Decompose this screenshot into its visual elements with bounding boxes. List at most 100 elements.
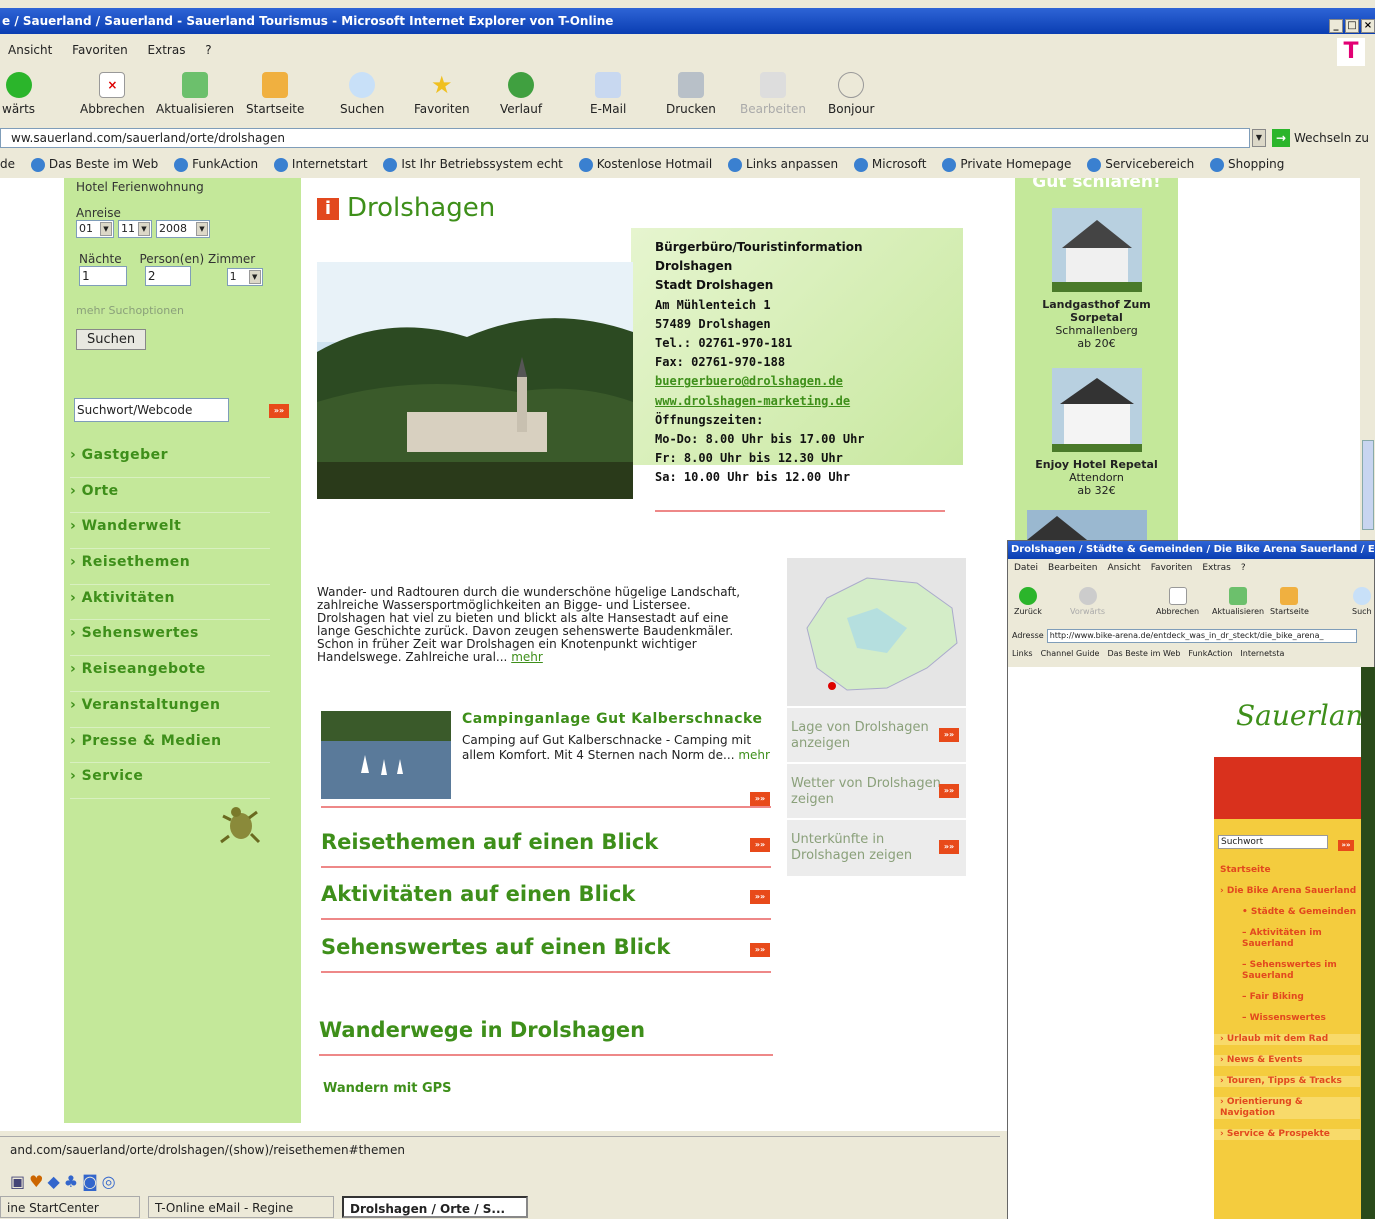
home-button[interactable]: Startseite	[246, 72, 304, 116]
reisethemen-block[interactable]: Reisethemen auf einen Blick »»	[321, 828, 771, 880]
sidebar-nav-item[interactable]: Startseite	[1220, 865, 1360, 876]
camping-title[interactable]: Campinganlage Gut Kalberschnacke	[462, 711, 762, 727]
nav-veranstaltungen[interactable]: › Veranstaltungen	[70, 692, 270, 728]
sehenswertes-go-button[interactable]: »»	[750, 941, 770, 957]
camping-go-button[interactable]: »»	[750, 790, 770, 806]
sidebar-nav-item[interactable]: • Städte & Gemeinden	[1220, 907, 1360, 918]
quick-launch-icons[interactable]: ▣♥◆♣◙◎	[10, 1172, 120, 1191]
month-select[interactable]: 11 ▼	[118, 220, 152, 238]
link-item[interactable]: Kostenlose Hotmail	[578, 157, 712, 172]
stop-button[interactable]: Abbrechen	[1156, 587, 1199, 616]
quicklaunch-icon[interactable]: ◎	[102, 1172, 120, 1191]
persons-input[interactable]: 2	[144, 266, 191, 286]
home-button[interactable]: Startseite	[1270, 587, 1309, 616]
quicklaunch-icon[interactable]: ◙	[82, 1172, 102, 1191]
nav-gastgeber[interactable]: › Gastgeber	[70, 442, 270, 478]
quicklaunch-icon[interactable]: ◆	[47, 1172, 63, 1191]
history-button[interactable]: Verlauf	[500, 72, 542, 116]
keyword-go-button[interactable]: »»	[269, 402, 289, 418]
link-item[interactable]: Shopping	[1210, 157, 1284, 172]
link-item[interactable]: FunkAction	[174, 157, 258, 172]
link-item[interactable]: de	[0, 157, 15, 171]
menu-ansicht[interactable]: Ansicht	[8, 43, 52, 57]
sidebar-nav-item[interactable]: › Service & Prospekte	[1214, 1129, 1360, 1140]
link-item[interactable]: Internetstart	[273, 157, 368, 172]
day-select[interactable]: 01 ▼	[76, 220, 114, 238]
accommodation-go-button[interactable]: »»	[939, 838, 959, 854]
search-button[interactable]: Such	[1352, 587, 1372, 616]
sehenswertes-block[interactable]: Sehenswertes auf einen Blick »»	[321, 933, 771, 985]
link-item[interactable]: FunkAction	[1188, 649, 1232, 658]
address-input[interactable]: http://www.bike-arena.de/entdeck_was_in_…	[1046, 629, 1357, 643]
booking-search-button[interactable]: Suchen	[76, 329, 147, 350]
refresh-button[interactable]: Aktualisieren	[1212, 587, 1264, 616]
mail-button[interactable]: E-Mail	[590, 72, 626, 116]
minimize-button[interactable]: _	[1329, 19, 1343, 33]
refresh-button[interactable]: Aktualisieren	[156, 72, 234, 116]
favorites-button[interactable]: ★ Favoriten	[414, 72, 470, 116]
print-button[interactable]: Drucken	[666, 72, 716, 116]
sidebar-nav-item[interactable]: – Aktivitäten im Sauerland	[1220, 928, 1360, 950]
aktivitaeten-block[interactable]: Aktivitäten auf einen Blick »»	[321, 880, 771, 932]
menu-item[interactable]: Datei	[1014, 563, 1038, 573]
menu-extras[interactable]: Extras	[148, 43, 186, 57]
more-options-link[interactable]: mehr Suchoptionen	[76, 304, 291, 317]
stop-button[interactable]: × Abbrechen	[80, 72, 145, 116]
sidebar-nav-item[interactable]: › Urlaub mit dem Rad	[1214, 1034, 1360, 1045]
link-item[interactable]: Links anpassen	[728, 157, 838, 172]
nav-wanderwelt[interactable]: › Wanderwelt	[70, 513, 270, 550]
location-map[interactable]	[787, 558, 966, 706]
forward-button[interactable]: wärts	[2, 72, 35, 116]
keyword-input[interactable]: Suchwort/Webcode	[74, 398, 229, 422]
second-browser-window[interactable]: Drolshagen / Städte & Gemeinden / Die Bi…	[1007, 540, 1375, 1219]
map-link[interactable]: Lage von Drolshagen anzeigen»»	[791, 720, 961, 752]
hotel-card[interactable]: Landgasthof Zum Sorpetal Schmallenberg a…	[1015, 208, 1178, 350]
menu-item[interactable]: Favoriten	[1151, 563, 1193, 573]
nav-reisethemen[interactable]: › Reisethemen	[70, 549, 270, 585]
sidebar-nav-item[interactable]: › News & Events	[1214, 1055, 1360, 1066]
weather-go-button[interactable]: »»	[939, 782, 959, 798]
menu-help[interactable]: ?	[205, 43, 211, 57]
quicklaunch-icon[interactable]: ▣	[10, 1172, 29, 1191]
address-input[interactable]: ww.sauerland.com/sauerland/orte/drolshag…	[0, 128, 1250, 148]
sidebar-nav-item[interactable]: › Touren, Tipps & Tracks	[1214, 1076, 1360, 1087]
nav-sehenswertes[interactable]: › Sehenswertes	[70, 620, 270, 657]
nav-service[interactable]: › Service	[70, 763, 270, 799]
sidebar-nav-item[interactable]: › Die Bike Arena Sauerland	[1220, 886, 1360, 897]
hotel-card[interactable]: Enjoy Hotel Repetal Attendorn ab 32€	[1015, 368, 1178, 497]
rooms-select[interactable]: 1 ▼	[226, 268, 263, 286]
link-item[interactable]: Channel Guide	[1041, 649, 1100, 658]
menu-item[interactable]: Bearbeiten	[1048, 563, 1097, 573]
close-button[interactable]: ×	[1361, 19, 1375, 33]
menu-item[interactable]: ?	[1241, 563, 1246, 573]
back-button[interactable]: Zurück	[1014, 587, 1042, 616]
go-button[interactable]: → Wechseln zu	[1272, 129, 1369, 147]
link-item[interactable]: Private Homepage	[942, 157, 1071, 172]
search-go-button[interactable]: »»	[1338, 836, 1354, 851]
website-link[interactable]: www.drolshagen-marketing.de	[655, 392, 865, 411]
bonjour-button[interactable]: Bonjour	[828, 72, 874, 116]
map-go-button[interactable]: »»	[939, 726, 959, 742]
weather-link[interactable]: Wetter von Drolshagen zeigen»»	[791, 776, 961, 808]
year-select[interactable]: 2008 ▼	[156, 220, 210, 238]
camping-more-link[interactable]: mehr	[738, 748, 770, 762]
link-item[interactable]: Microsoft	[853, 157, 927, 172]
forward-button[interactable]: Vorwärts	[1070, 587, 1105, 616]
intro-more-link[interactable]: mehr	[511, 650, 543, 664]
search-button[interactable]: Suchen	[340, 72, 384, 116]
sidebar-nav-item[interactable]: – Wissenswertes	[1220, 1013, 1360, 1024]
menu-item[interactable]: Ansicht	[1107, 563, 1140, 573]
link-item[interactable]: Das Beste im Web	[30, 157, 158, 172]
task-button-active[interactable]: Drolshagen / Orte / S...	[342, 1196, 528, 1218]
sidebar-nav-item[interactable]: › Orientierung & Navigation	[1214, 1097, 1360, 1119]
link-item[interactable]: Das Beste im Web	[1107, 649, 1180, 658]
menu-favoriten[interactable]: Favoriten	[72, 43, 128, 57]
edit-button[interactable]: Bearbeiten	[740, 72, 806, 116]
address-dropdown[interactable]: ▼	[1252, 129, 1266, 147]
nav-reiseangebote[interactable]: › Reiseangebote	[70, 656, 270, 692]
link-item[interactable]: Internetsta	[1240, 649, 1284, 658]
link-item[interactable]: Ist Ihr Betriebssystem echt	[383, 157, 563, 172]
menu-item[interactable]: Extras	[1202, 563, 1230, 573]
scrollbar-thumb[interactable]	[1362, 440, 1374, 530]
task-button[interactable]: ine StartCenter	[0, 1196, 140, 1218]
